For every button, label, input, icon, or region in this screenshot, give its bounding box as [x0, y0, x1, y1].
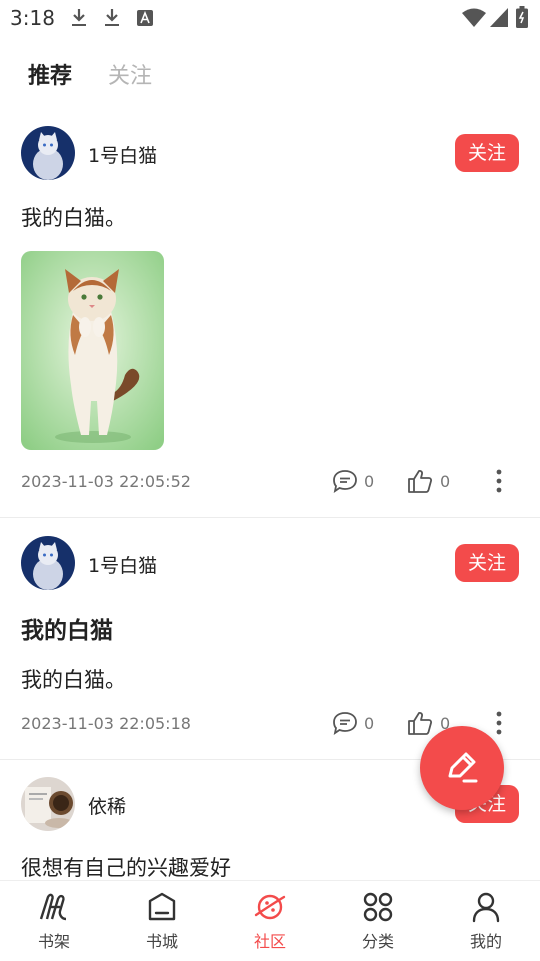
avatar[interactable]: [21, 536, 75, 590]
download-icon: [105, 9, 119, 26]
comment-count: 0: [364, 714, 375, 733]
author-name[interactable]: 1号白猫: [88, 141, 157, 168]
like-icon[interactable]: [407, 468, 433, 494]
tab-following[interactable]: 关注: [108, 58, 152, 90]
battery-icon: [516, 6, 528, 28]
planet-icon: [254, 894, 286, 920]
nav-profile[interactable]: 我的: [432, 881, 540, 961]
tab-recommend[interactable]: 推荐: [28, 58, 72, 90]
avatar[interactable]: [21, 126, 75, 180]
nav-label: 书城: [145, 932, 178, 951]
nav-community[interactable]: 社区: [216, 881, 324, 961]
comment-count: 0: [364, 472, 375, 491]
author-name[interactable]: 1号白猫: [88, 551, 157, 578]
wifi-icon: [462, 8, 486, 27]
profile-icon: [472, 892, 500, 923]
nav-bookstore[interactable]: 书城: [108, 881, 216, 961]
author-name[interactable]: 依稀: [88, 792, 126, 819]
category-icon: [363, 892, 393, 922]
nav-label: 社区: [253, 932, 286, 951]
signal-icon: [490, 8, 508, 27]
like-count: 0: [440, 472, 451, 491]
post-text: 我的白猫。: [21, 668, 126, 692]
post-card[interactable]: 1号白猫 关注 我的白猫 我的白猫。 2023-11-03 22:05:18 0…: [0, 518, 540, 758]
nav-bookshelf[interactable]: 书架: [0, 881, 108, 961]
more-icon[interactable]: [494, 469, 504, 493]
bottom-nav: 书架 书城 社区 分类 我的: [0, 880, 540, 961]
nav-category[interactable]: 分类: [324, 881, 432, 961]
nav-label: 我的: [469, 932, 502, 951]
status-time: 3:18: [10, 6, 55, 30]
status-bar: 3:18: [0, 0, 540, 36]
compose-button[interactable]: [420, 726, 504, 810]
edit-icon: [448, 752, 478, 783]
post-image[interactable]: [21, 251, 164, 450]
bookstore-icon: [148, 892, 176, 921]
like-icon[interactable]: [407, 710, 433, 736]
font-icon: [137, 10, 153, 26]
feed-tabs: 推荐 关注: [0, 44, 540, 104]
post-text: 很想有自己的兴趣爱好: [21, 856, 231, 880]
download-icon: [72, 9, 86, 26]
post-card[interactable]: 1号白猫 关注 我的白猫。 2023-11-03 22:05:52 0 0: [0, 104, 540, 518]
comment-icon[interactable]: [332, 469, 358, 493]
nav-label: 分类: [361, 932, 394, 951]
post-date: 2023-11-03 22:05:52: [21, 472, 191, 491]
follow-button[interactable]: 关注: [455, 544, 519, 582]
bookshelf-icon: [39, 893, 67, 921]
post-title: 我的白猫: [21, 618, 113, 644]
nav-label: 书架: [37, 932, 70, 951]
avatar[interactable]: [21, 777, 75, 831]
post-date: 2023-11-03 22:05:18: [21, 714, 191, 733]
comment-icon[interactable]: [332, 711, 358, 735]
post-text: 我的白猫。: [21, 206, 126, 230]
follow-button[interactable]: 关注: [455, 134, 519, 172]
more-icon[interactable]: [494, 711, 504, 735]
